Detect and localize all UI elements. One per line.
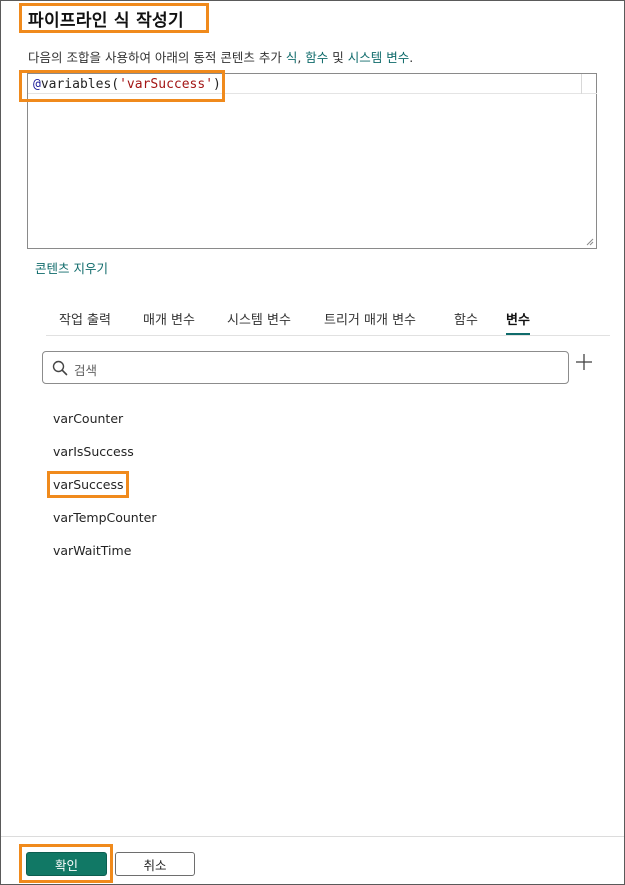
variable-item-varwaittime[interactable]: varWaitTime (53, 543, 131, 558)
expression-code[interactable]: @variables('varSuccess') (33, 77, 221, 92)
tab-activity-output[interactable]: 작업 출력 (59, 309, 111, 328)
function-link[interactable]: 함수 (305, 50, 328, 65)
editor-scrollbar[interactable] (581, 74, 596, 94)
description-prefix: 다음의 조합을 사용하여 아래의 동적 콘텐츠 추가 (28, 50, 286, 65)
dialog-title: 파이프라인 식 작성기 (28, 11, 184, 31)
resize-grip-icon[interactable] (586, 238, 594, 246)
expression-link[interactable]: 식 (286, 50, 298, 65)
tab-divider (46, 335, 610, 336)
description-suffix: . (409, 50, 414, 65)
tab-functions[interactable]: 함수 (454, 309, 478, 328)
ok-button[interactable]: 확인 (26, 852, 107, 876)
code-argument: 'varSuccess' (119, 77, 214, 92)
system-variable-link[interactable]: 시스템 변수 (348, 50, 409, 65)
search-box[interactable]: 검색 (42, 351, 569, 384)
clear-content-link[interactable]: 콘텐츠 지우기 (35, 258, 108, 277)
code-close: ) (213, 77, 221, 92)
tab-trigger-parameters[interactable]: 트리거 매개 변수 (324, 309, 416, 328)
tab-variables[interactable]: 변수 (506, 309, 530, 335)
footer-divider (1, 836, 624, 837)
expression-editor[interactable]: @variables('varSuccess') (27, 73, 597, 249)
search-placeholder: 검색 (74, 363, 98, 378)
search-icon (52, 360, 68, 376)
variable-item-varissuccess[interactable]: varIsSuccess (53, 444, 134, 459)
tab-system-variables[interactable]: 시스템 변수 (227, 309, 291, 328)
tab-parameters[interactable]: 매개 변수 (143, 309, 195, 328)
variable-item-varcounter[interactable]: varCounter (53, 411, 123, 426)
plus-icon[interactable] (574, 352, 594, 372)
variable-item-vartempcounter[interactable]: varTempCounter (53, 510, 156, 525)
dialog-description: 다음의 조합을 사용하여 아래의 동적 콘텐츠 추가 식, 함수 및 시스템 변… (28, 47, 413, 66)
description-sep2: 및 (328, 50, 348, 65)
code-function: variables( (40, 77, 120, 92)
code-at: @ (33, 77, 41, 92)
variable-item-varsuccess[interactable]: varSuccess (53, 477, 124, 492)
cancel-button[interactable]: 취소 (115, 852, 195, 876)
